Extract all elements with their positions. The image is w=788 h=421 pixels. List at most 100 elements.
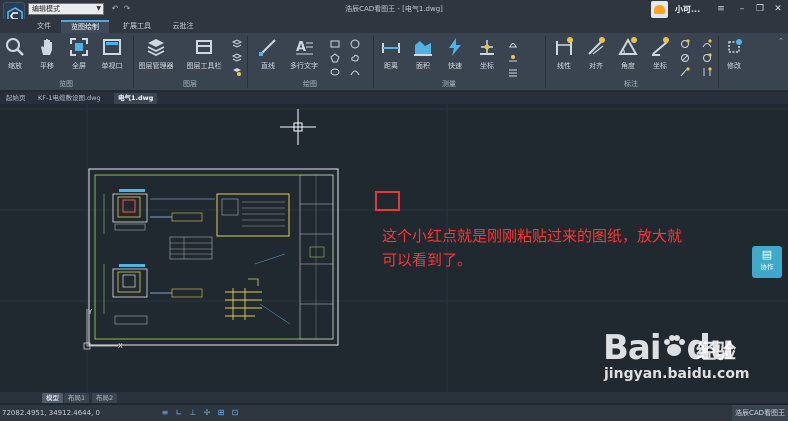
- measure-table-icon[interactable]: [508, 67, 518, 77]
- tab-model[interactable]: 模型: [42, 393, 63, 403]
- grid-icon[interactable]: ≡: [160, 408, 170, 418]
- measure-radius-icon[interactable]: [508, 53, 518, 63]
- layer-off-icon[interactable]: [232, 67, 242, 77]
- drawing-sheet: [88, 168, 339, 346]
- paw-icon: [663, 335, 685, 356]
- ribbon: 缩放 平移 全屏 单视口 览图 图层管理器 图层工具栏 图层 直线 A 多行文字…: [0, 33, 788, 91]
- fullscreen-button[interactable]: 全屏: [66, 37, 92, 83]
- tab-extend-tools[interactable]: 扩展工具: [114, 20, 160, 33]
- fullscreen-label: 全屏: [72, 62, 86, 70]
- polygon-icon[interactable]: [330, 53, 340, 63]
- avatar[interactable]: [651, 1, 668, 18]
- annotation-text: 这个小红点就是刚刚粘贴过来的图纸，放大就 可以看到了。: [382, 224, 782, 272]
- drawing-canvas[interactable]: Y X 这个小红点就是刚刚粘贴过来的图纸，放大就 可以看到了。 ▤ 协作 Bai…: [0, 104, 788, 392]
- zoom-extents-icon[interactable]: ⊡: [230, 408, 240, 418]
- leader-icon[interactable]: [680, 67, 690, 77]
- osnap-icon[interactable]: ✢: [202, 408, 212, 418]
- distance-icon: [382, 43, 400, 53]
- layer-toolbar-button[interactable]: 图层工具栏: [182, 37, 226, 83]
- angle-icon: [618, 37, 638, 55]
- annotation-line-1: 这个小红点就是刚刚粘贴过来的图纸，放大就: [382, 227, 683, 245]
- snap-icon[interactable]: ∟: [174, 408, 184, 418]
- center-mark-icon[interactable]: [702, 53, 712, 63]
- layer-toolbar-label: 图层工具栏: [186, 62, 222, 70]
- line-button[interactable]: 直线: [253, 37, 283, 83]
- tab-doc-electric[interactable]: 电气1.dwg: [114, 93, 158, 104]
- pan-button[interactable]: 平移: [34, 37, 60, 83]
- layer-manager-button[interactable]: 图层管理器: [134, 37, 178, 83]
- layer-manager-label: 图层管理器: [138, 62, 174, 70]
- tab-layout-2[interactable]: 布局2: [92, 393, 118, 403]
- menu-icon[interactable]: ≡: [714, 2, 728, 16]
- group-label-annotate: 标注: [624, 80, 638, 88]
- coordinate-dim-button[interactable]: 坐标: [646, 37, 674, 83]
- quick-label: 快速: [448, 62, 462, 70]
- highlight-box: [375, 191, 400, 211]
- polar-icon[interactable]: ⊞: [216, 408, 226, 418]
- coordinate-measure-button[interactable]: 坐标: [472, 37, 502, 83]
- group-label-view: 览图: [59, 80, 73, 88]
- arc-icon[interactable]: [350, 67, 360, 77]
- user-icon: [654, 5, 665, 14]
- quick-measure-button[interactable]: 快速: [440, 37, 470, 83]
- tab-start-page[interactable]: 起始页: [2, 93, 30, 104]
- radius-dim-icon[interactable]: [680, 39, 690, 49]
- svg-text:A: A: [296, 40, 306, 55]
- tab-doc-cable[interactable]: KF-1电缆敷设图.dwg: [34, 93, 105, 104]
- layer-state-icon[interactable]: [232, 53, 242, 63]
- logo-part-left: Bai: [603, 328, 662, 368]
- fullscreen-icon: [70, 38, 88, 56]
- aligned-dim-button[interactable]: 对齐: [582, 37, 610, 83]
- angle-dim-button[interactable]: 角度: [614, 37, 642, 83]
- diameter-dim-icon[interactable]: [680, 53, 690, 63]
- rectangle-icon[interactable]: [330, 39, 340, 49]
- area-label: 面积: [416, 62, 430, 70]
- chevron-up-icon[interactable]: ⌃: [778, 37, 784, 45]
- linear-dim-button[interactable]: 线性: [550, 37, 578, 83]
- close-button[interactable]: ✕: [771, 2, 785, 16]
- mtext-button[interactable]: A 多行文字: [286, 37, 322, 83]
- status-bar: 72082.4951, 34912.4644, 0 ≡ ∟ ⊥ ✢ ⊞ ⊡ 浩辰…: [0, 404, 788, 421]
- group-label-measure: 测量: [442, 80, 456, 88]
- tab-view-draw[interactable]: 览图绘制: [61, 20, 109, 33]
- tab-cloud-annotate[interactable]: 云批注: [164, 20, 202, 33]
- tab-file[interactable]: 文件: [30, 20, 58, 33]
- modify-label: 修改: [727, 62, 741, 70]
- coordinate-icon: [480, 40, 494, 55]
- lightning-icon: [449, 38, 461, 56]
- line-icon: [259, 39, 276, 56]
- revision-cloud-icon[interactable]: [350, 53, 360, 63]
- watermark-brand: 经验: [696, 339, 736, 363]
- ribbon-tabs: 文件 览图绘制 扩展工具 云批注: [0, 19, 788, 33]
- document-tabs: 起始页 KF-1电缆敷设图.dwg 电气1.dwg: [0, 92, 788, 104]
- distance-button[interactable]: 距离: [376, 37, 406, 83]
- layout-tabs: 模型 布局1 布局2: [0, 392, 788, 403]
- aligned-label: 对齐: [589, 62, 603, 70]
- restore-button[interactable]: ❐: [753, 2, 767, 16]
- zoom-button[interactable]: 缩放: [2, 37, 28, 83]
- chat-icon: ▤: [761, 248, 773, 261]
- linear-label: 线性: [557, 62, 571, 70]
- mtext-label: 多行文字: [290, 62, 318, 70]
- single-viewport-button[interactable]: 单视口: [96, 37, 128, 83]
- measure-arc-icon[interactable]: [508, 39, 518, 49]
- area-button[interactable]: 面积: [408, 37, 438, 83]
- annotation-line-2: 可以看到了。: [382, 251, 473, 269]
- baseline-dim-icon[interactable]: [702, 67, 712, 77]
- arc-length-icon[interactable]: [702, 39, 712, 49]
- watermark-url: jingyan.baidu.com: [604, 366, 750, 382]
- circle-icon[interactable]: [350, 39, 360, 49]
- minimize-button[interactable]: –: [735, 2, 749, 16]
- collab-button[interactable]: ▤ 协作: [752, 246, 782, 278]
- ortho-icon[interactable]: ⊥: [188, 408, 198, 418]
- zoom-label: 缩放: [8, 62, 22, 70]
- modify-button[interactable]: 修改: [722, 37, 746, 83]
- layer-stack-icon[interactable]: [232, 39, 242, 49]
- pan-label: 平移: [40, 62, 54, 70]
- svg-text:Y: Y: [87, 308, 93, 316]
- window-title: 浩辰CAD看图王 - [电气1.dwg]: [345, 5, 443, 13]
- ellipse-icon[interactable]: [330, 67, 340, 77]
- user-name[interactable]: 小可...: [675, 4, 700, 15]
- tab-layout-1[interactable]: 布局1: [64, 393, 90, 403]
- layers-icon: [147, 39, 165, 57]
